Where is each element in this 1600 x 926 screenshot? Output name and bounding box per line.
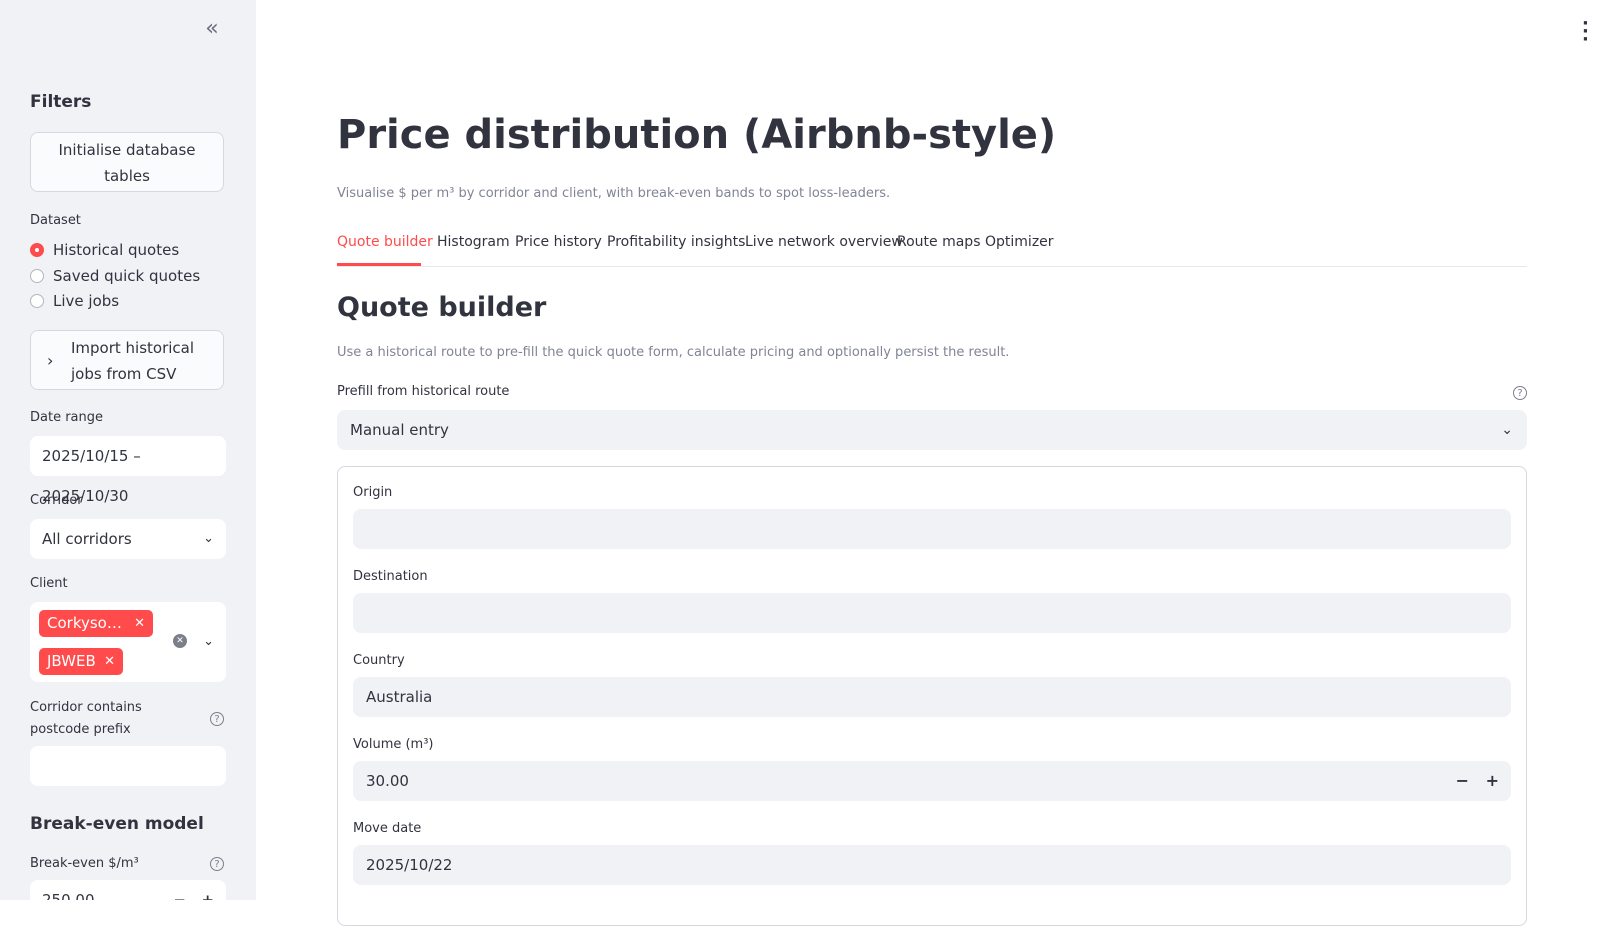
prefill-label: Prefill from historical route [337, 384, 510, 399]
postcode-prefix-input[interactable] [30, 746, 226, 786]
date-range-label: Date range [30, 410, 104, 425]
date-range-input[interactable]: 2025/10/15 – 2025/10/30 [30, 436, 226, 505]
dataset-label: Dataset [30, 213, 81, 228]
chevron-right-icon: › [47, 351, 54, 370]
help-circle-icon[interactable]: ? [210, 857, 224, 871]
volume-value: 30.00 [366, 772, 409, 790]
help-circle-icon[interactable]: ? [1513, 386, 1527, 400]
tab-bar: Quote builder Histogram Price history Pr… [337, 228, 1527, 267]
tab-quote-builder[interactable]: Quote builder [337, 234, 433, 250]
init-database-label: Initialise database tables [58, 141, 196, 185]
country-input[interactable]: Australia [353, 677, 1511, 717]
origin-input[interactable] [353, 509, 1511, 549]
client-multiselect[interactable]: Corkyso… ✕ JBWEB ✕ ✕ ⌄ [30, 602, 226, 682]
country-value: Australia [366, 688, 433, 706]
dataset-option-historical[interactable]: Historical quotes [30, 239, 179, 261]
tab-price-history[interactable]: Price history [515, 234, 602, 250]
decrement-icon[interactable]: − [1456, 761, 1469, 801]
radio-unselected-icon [30, 269, 44, 283]
break-even-heading: Break-even model [30, 814, 204, 834]
dataset-option-label: Live jobs [53, 292, 120, 310]
section-heading: Quote builder [337, 292, 547, 323]
chevron-down-icon[interactable]: ⌄ [203, 622, 214, 662]
quote-form: Origin Destination Country Australia Vol… [337, 466, 1527, 926]
tab-live-network-overview[interactable]: Live network overview [745, 234, 903, 250]
dataset-option-label: Saved quick quotes [53, 267, 201, 285]
volume-input[interactable]: 30.00 − + [353, 761, 1511, 801]
move-date-input[interactable]: 2025/10/22 [353, 845, 1511, 885]
collapse-sidebar-icon[interactable]: « [200, 18, 224, 42]
increment-icon[interactable]: + [201, 880, 214, 900]
chevron-down-icon: ⌄ [203, 531, 214, 546]
client-chip-label: JBWEB [47, 652, 96, 670]
help-circle-icon[interactable]: ? [210, 712, 224, 726]
postcode-prefix-label: Corridor contains postcode prefix [30, 700, 142, 737]
radio-unselected-icon [30, 294, 44, 308]
break-even-value: 250.00 [42, 891, 95, 900]
section-description: Use a historical route to pre-fill the q… [337, 345, 1010, 360]
init-database-button[interactable]: Initialise database tables [30, 132, 224, 192]
dataset-option-label: Historical quotes [53, 241, 180, 259]
dataset-option-saved[interactable]: Saved quick quotes [30, 265, 200, 287]
move-date-label: Move date [353, 821, 422, 836]
import-csv-expander[interactable]: › Import historical jobs from CSV [30, 330, 224, 390]
kebab-menu-icon[interactable]: · · · [1582, 15, 1589, 49]
dataset-option-live[interactable]: Live jobs [30, 290, 119, 312]
break-even-input[interactable]: 250.00 − + [30, 880, 226, 900]
client-chip: Corkyso… ✕ [39, 610, 153, 637]
client-label: Client [30, 576, 68, 591]
client-chip: JBWEB ✕ [39, 648, 123, 675]
increment-icon[interactable]: + [1486, 761, 1499, 801]
destination-label: Destination [353, 569, 428, 584]
remove-chip-icon[interactable]: ✕ [134, 610, 145, 637]
radio-selected-icon [30, 243, 44, 257]
filters-heading: Filters [30, 92, 92, 112]
country-label: Country [353, 653, 405, 668]
tab-optimizer[interactable]: Optimizer [985, 234, 1054, 250]
move-date-value: 2025/10/22 [366, 856, 453, 874]
active-tab-indicator [337, 263, 421, 266]
chevron-down-icon: ⌄ [1501, 422, 1513, 438]
origin-label: Origin [353, 485, 393, 500]
volume-label: Volume (m³) [353, 737, 434, 752]
import-csv-label: Import historical jobs from CSV [71, 339, 195, 383]
corridor-label: Corridor [30, 493, 83, 508]
break-even-label: Break-even $/m³ [30, 856, 139, 871]
clear-all-icon[interactable]: ✕ [173, 634, 187, 648]
prefill-route-value: Manual entry [350, 421, 449, 439]
corridor-select[interactable]: All corridors ⌄ [30, 519, 226, 559]
tab-profitability-insights[interactable]: Profitability insights [607, 234, 745, 250]
page-subtitle: Visualise $ per m³ by corridor and clien… [337, 186, 891, 201]
decrement-icon[interactable]: − [173, 880, 186, 900]
tab-histogram[interactable]: Histogram [437, 234, 510, 250]
prefill-route-select[interactable]: Manual entry ⌄ [337, 410, 1527, 450]
client-chip-label: Corkyso… [47, 614, 122, 632]
page-title: Price distribution (Airbnb-style) [337, 112, 1057, 158]
sidebar: « Filters Initialise database tables Dat… [0, 0, 256, 900]
remove-chip-icon[interactable]: ✕ [104, 648, 115, 675]
tab-route-maps[interactable]: Route maps [897, 234, 981, 250]
destination-input[interactable] [353, 593, 1511, 633]
corridor-value: All corridors [42, 530, 132, 548]
